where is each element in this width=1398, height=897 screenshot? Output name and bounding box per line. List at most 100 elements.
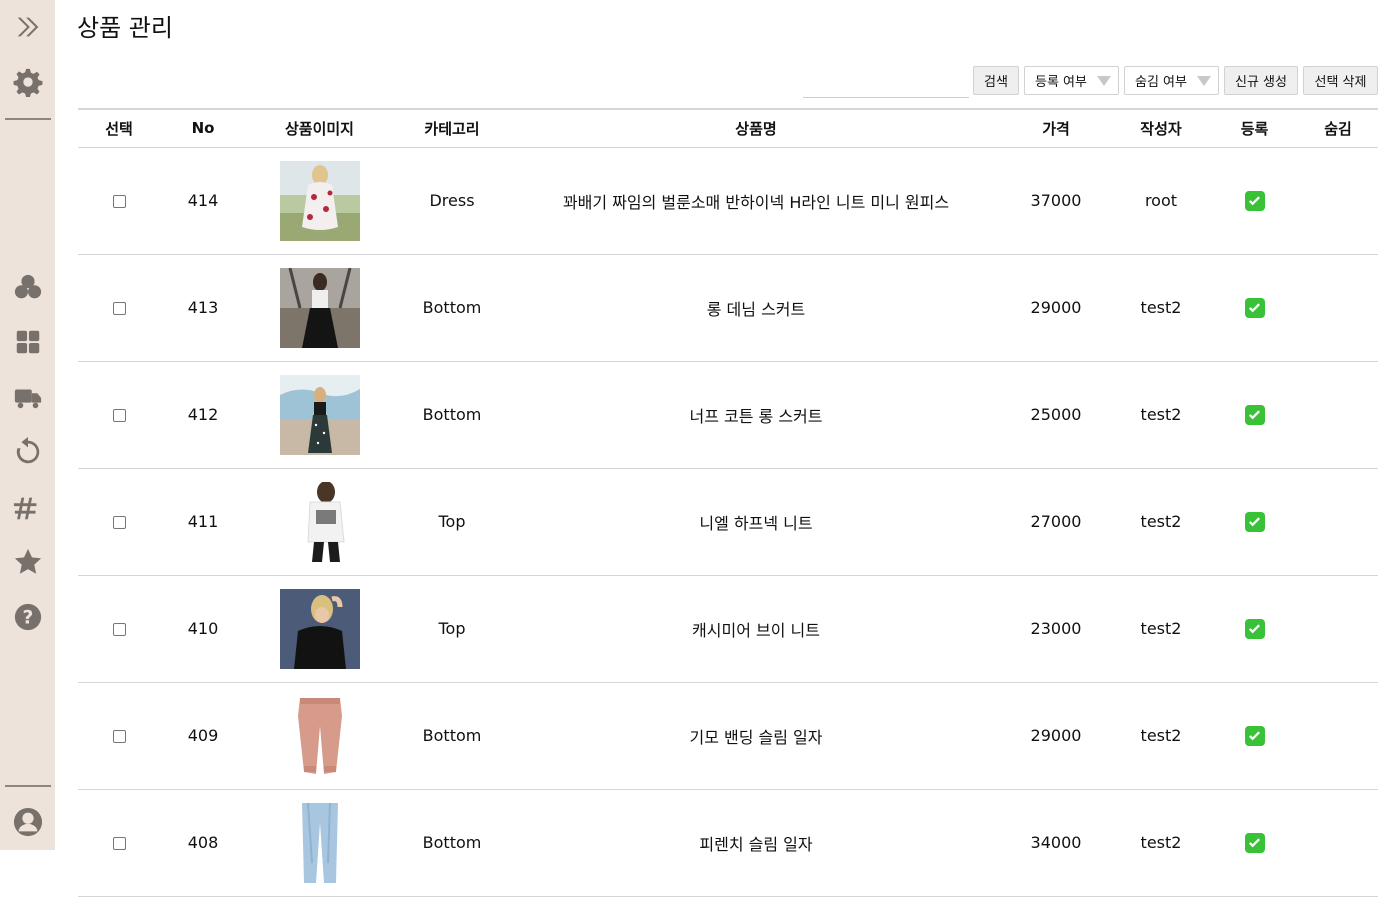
column-header-no: No [191,119,215,138]
page-title: 상품 관리 [77,14,173,42]
table-row[interactable]: 408 Bottom 피렌치 슬림 일자 34000 test2 [78,789,1378,896]
row-author: root [1144,191,1178,210]
product-thumbnail[interactable] [279,802,360,883]
row-checkbox[interactable] [112,195,126,208]
sidebar: ? [0,0,55,850]
user-icon[interactable] [10,804,46,840]
chevron-down-icon [1097,76,1111,86]
column-header-name: 상품명 [735,119,777,138]
row-category: Dress [429,191,475,210]
registered-check-icon [1244,190,1265,211]
table-row[interactable]: 413 Bottom 롱 데님 스커트 29000 test2 [78,254,1378,361]
row-author: test2 [1140,512,1182,531]
row-price: 37000 [1030,191,1082,210]
column-header-price: 가격 [1042,119,1070,138]
row-price: 29000 [1030,726,1082,745]
row-checkbox[interactable] [112,730,126,743]
column-header-select: 선택 [105,119,133,138]
registered-check-icon [1244,511,1265,532]
expand-icon[interactable] [10,9,46,45]
row-category: Top [438,619,466,638]
row-author: test2 [1140,619,1182,638]
row-hidden [1298,147,1378,254]
table-row[interactable]: 410 Top 캐시미어 브이 니트 23000 test2 [78,575,1378,682]
row-no: 412 [187,405,219,424]
grid-icon[interactable] [10,324,46,360]
create-button[interactable]: 신규 생성 [1224,66,1298,95]
row-price: 29000 [1030,298,1082,317]
row-price: 23000 [1030,619,1082,638]
product-thumbnail[interactable] [279,588,360,669]
product-thumbnail[interactable] [279,374,360,455]
help-icon[interactable]: ? [10,599,46,635]
toolbar: 검색 등록 여부 숨김 여부 신규 생성 선택 삭제 [55,66,1398,98]
row-product-name: 기모 밴딩 슬림 일자 [689,727,823,747]
refresh-icon[interactable] [10,434,46,470]
hidden-filter-label: 숨김 여부 [1135,75,1187,90]
row-product-name: 롱 데님 스커트 [706,299,806,319]
clover-icon[interactable] [10,270,46,306]
row-checkbox[interactable] [112,623,126,636]
sidebar-divider-bottom [5,785,51,787]
row-price: 27000 [1030,512,1082,531]
registered-check-icon [1244,618,1265,639]
row-category: Bottom [422,405,482,424]
row-category: Top [438,512,466,531]
row-checkbox[interactable] [112,837,126,850]
gear-icon[interactable] [10,64,46,100]
row-no: 408 [187,833,219,852]
row-no: 411 [187,512,219,531]
row-author: test2 [1140,298,1182,317]
row-checkbox[interactable] [112,409,126,422]
product-thumbnail[interactable] [279,267,360,348]
hashtag-icon[interactable] [10,489,46,525]
row-product-name: 캐시미어 브이 니트 [692,620,820,640]
row-product-name: 니엘 하프넥 니트 [699,513,813,533]
row-author: test2 [1140,726,1182,745]
chevron-down-icon [1197,76,1211,86]
row-no: 414 [187,191,219,210]
row-checkbox[interactable] [112,302,126,315]
delivery-icon[interactable] [10,379,46,415]
row-hidden [1298,361,1378,468]
star-icon[interactable] [10,544,46,580]
row-product-name: 너프 코튼 롱 스커트 [689,406,823,426]
row-author: test2 [1140,833,1182,852]
registered-check-icon [1244,297,1265,318]
row-category: Bottom [422,726,482,745]
row-no: 410 [187,619,219,638]
products-table: 선택 No 상품이미지 카테고리 상품명 가격 작성자 등록 숨김 414 Dr… [78,108,1378,897]
table-header-row: 선택 No 상품이미지 카테고리 상품명 가격 작성자 등록 숨김 [78,109,1378,147]
delete-selected-button[interactable]: 선택 삭제 [1303,66,1378,95]
row-hidden [1298,468,1378,575]
product-thumbnail[interactable] [279,160,360,241]
registered-check-icon [1244,725,1265,746]
hidden-filter-select[interactable]: 숨김 여부 [1124,66,1219,95]
sidebar-divider [5,118,51,120]
row-category: Bottom [422,833,482,852]
search-input[interactable] [803,68,969,98]
table-row[interactable]: 412 Bottom 너프 코튼 롱 스커트 25000 test2 [78,361,1378,468]
row-no: 409 [187,726,219,745]
registered-check-icon [1244,404,1265,425]
registered-filter-select[interactable]: 등록 여부 [1024,66,1119,95]
table-row[interactable]: 409 Bottom 기모 밴딩 슬림 일자 29000 test2 [78,682,1378,789]
row-product-name: 꽈배기 짜임의 벌룬소매 반하이넥 H라인 니트 미니 원피스 [562,192,950,212]
column-header-image: 상품이미지 [284,119,354,138]
row-author: test2 [1140,405,1182,424]
table-row[interactable]: 411 Top 니엘 하프넥 니트 27000 test2 [78,468,1378,575]
registered-filter-label: 등록 여부 [1035,75,1087,90]
column-header-hidden: 숨김 [1324,119,1352,138]
product-thumbnail[interactable] [279,481,360,562]
row-product-name: 피렌치 슬림 일자 [699,834,813,854]
product-thumbnail[interactable] [279,695,360,776]
row-checkbox[interactable] [112,516,126,529]
search-button[interactable]: 검색 [973,66,1019,95]
row-hidden [1298,789,1378,896]
table-row[interactable]: 414 Dress 꽈배기 짜임의 벌룬소매 반하이넥 H라인 니트 미니 원피… [78,147,1378,254]
svg-text:?: ? [23,608,34,629]
column-header-registered: 등록 [1240,119,1269,138]
row-category: Bottom [422,298,482,317]
row-hidden [1298,254,1378,361]
row-hidden [1298,575,1378,682]
